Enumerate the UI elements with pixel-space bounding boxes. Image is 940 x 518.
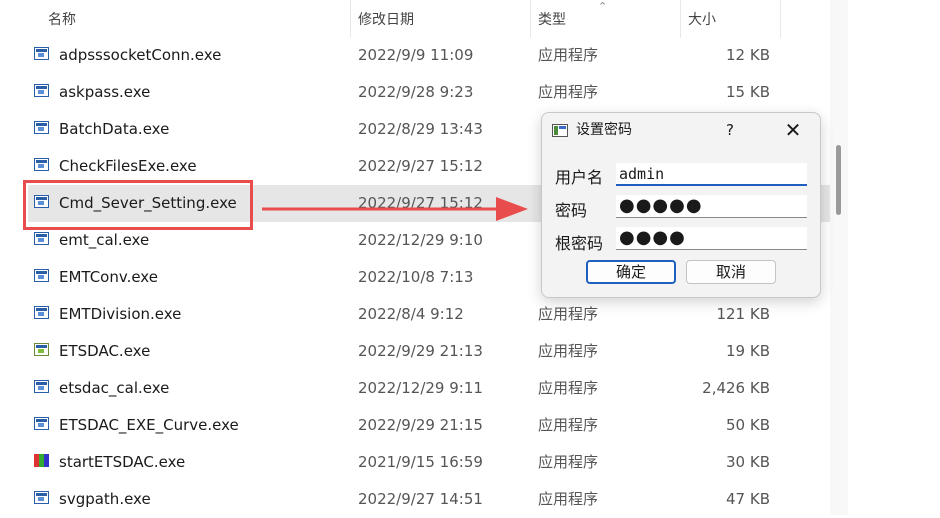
- set-password-dialog: 设置密码 ? ✕ 用户名 密码 ●●●●● 根密码 ●●●● 确定 取消: [541, 112, 821, 298]
- password-input[interactable]: ●●●●●: [616, 195, 807, 218]
- username-label: 用户名: [555, 168, 604, 187]
- root-password-input[interactable]: ●●●●: [616, 227, 807, 250]
- root-password-label: 根密码: [555, 234, 604, 253]
- dialog-title: 设置密码: [576, 122, 632, 138]
- cancel-button[interactable]: 取消: [686, 260, 776, 284]
- password-label: 密码: [555, 201, 588, 220]
- help-button[interactable]: ?: [726, 113, 734, 148]
- dialog-titlebar[interactable]: 设置密码 ? ✕: [542, 113, 820, 149]
- ok-button[interactable]: 确定: [586, 260, 676, 284]
- username-input[interactable]: [616, 163, 807, 186]
- app-window-icon: [552, 124, 568, 137]
- close-icon[interactable]: ✕: [780, 113, 806, 148]
- arrow-head: [496, 197, 528, 221]
